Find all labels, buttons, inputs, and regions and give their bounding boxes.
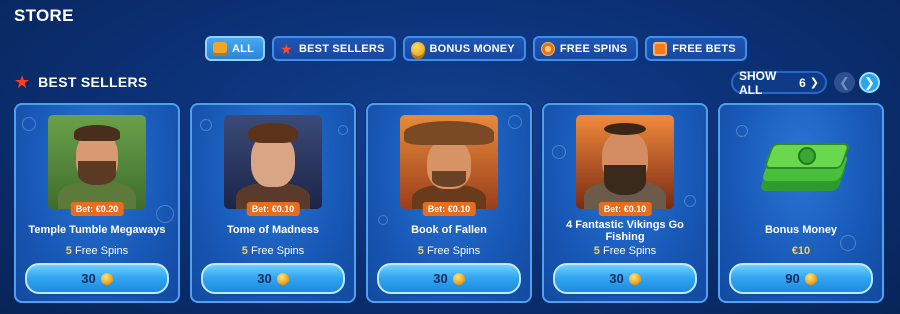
bubble-decoration: [552, 145, 566, 159]
buy-button[interactable]: 30: [377, 263, 521, 294]
tab-label: FREE SPINS: [559, 42, 628, 55]
carousel-prev-button[interactable]: ❮: [834, 72, 855, 93]
spins-label: Free Spins: [602, 245, 657, 257]
price-value: 30: [433, 271, 448, 286]
bubble-decoration: [508, 115, 522, 129]
price-value: 30: [609, 271, 624, 286]
coin-icon: [100, 272, 113, 285]
game-thumbnail: [576, 115, 674, 209]
portrait-beard: [78, 161, 116, 185]
bubble-decoration: [156, 205, 174, 223]
product-card[interactable]: Bonus Money €10 90: [718, 103, 884, 303]
price-value: 90: [785, 271, 800, 286]
game-thumbnail: [400, 115, 498, 209]
bubble-decoration: [22, 117, 36, 131]
card-reward: 5 Free Spins: [544, 245, 706, 257]
card-reward: 5 Free Spins: [16, 245, 178, 257]
chest-icon: [213, 41, 227, 56]
card-reward: 5 Free Spins: [192, 245, 354, 257]
bet-badge: Bet: €0.10: [422, 202, 476, 216]
spins-count: 5: [593, 245, 600, 257]
bubble-decoration: [200, 119, 212, 131]
page-title: STORE: [14, 6, 74, 25]
spins-label: Free Spins: [250, 245, 305, 257]
section-title: BEST SELLERS: [38, 74, 148, 90]
card-reward: 5 Free Spins: [368, 245, 530, 257]
product-card[interactable]: Bet: €0.10 4 Fantastic Vikings Go Fishin…: [542, 103, 708, 303]
product-card[interactable]: Bet: €0.20 Temple Tumble Megaways 5 Free…: [14, 103, 180, 303]
card-title: Book of Fallen: [411, 224, 487, 236]
coin-icon: [628, 272, 641, 285]
portrait-beard: [432, 171, 466, 187]
price-value: 30: [257, 271, 272, 286]
bet-badge: Bet: €0.10: [246, 202, 300, 216]
spin-icon: [540, 41, 555, 56]
bill-emblem: [798, 147, 816, 165]
portrait-hair: [604, 123, 646, 135]
ticket-icon: [653, 41, 668, 56]
chevron-right-icon: ❯: [864, 74, 875, 90]
spins-label: Free Spins: [74, 245, 129, 257]
carousel-next-button[interactable]: ❯: [859, 72, 880, 93]
tab-best-sellers[interactable]: ★ BEST SELLERS: [271, 36, 396, 61]
section-header: ★ BEST SELLERS: [14, 73, 148, 91]
portrait-hair: [248, 123, 298, 143]
buy-button[interactable]: 90: [729, 263, 873, 294]
tab-bonus-money[interactable]: BONUS MONEY: [402, 36, 526, 61]
product-card[interactable]: Bet: €0.10 Tome of Madness 5 Free Spins …: [190, 103, 356, 303]
coin-icon: [276, 272, 289, 285]
bet-badge: Bet: €0.10: [598, 202, 652, 216]
portrait-beard: [604, 165, 646, 195]
star-icon: ★: [14, 72, 31, 92]
star-icon: ★: [279, 40, 293, 57]
spins-label: Free Spins: [426, 245, 481, 257]
show-all-button[interactable]: SHOW ALL 6 ❯: [731, 68, 827, 97]
product-card[interactable]: Bet: €0.10 Book of Fallen 5 Free Spins 3…: [366, 103, 532, 303]
spins-count: 5: [241, 245, 248, 257]
tab-all[interactable]: ALL: [205, 36, 265, 61]
product-carousel: Bet: €0.20 Temple Tumble Megaways 5 Free…: [14, 103, 884, 303]
card-title: 4 Fantastic Vikings Go Fishing: [566, 219, 684, 243]
coin-icon: [804, 272, 817, 285]
buy-button[interactable]: 30: [553, 263, 697, 294]
tab-label: FREE BETS: [672, 42, 736, 55]
card-title: Bonus Money: [764, 224, 838, 236]
tab-free-spins[interactable]: FREE SPINS: [532, 36, 639, 61]
category-tabs: ALL ★ BEST SELLERS BONUS MONEY FREE SPIN…: [205, 36, 747, 61]
buy-button[interactable]: 30: [201, 263, 345, 294]
card-title: Temple Tumble Megaways: [28, 224, 166, 236]
coin-icon: [452, 272, 465, 285]
game-thumbnail: [48, 115, 146, 209]
tab-label: ALL: [232, 42, 254, 55]
buy-button[interactable]: 30: [25, 263, 169, 294]
card-title: Tome of Madness: [226, 224, 320, 236]
bet-badge: Bet: €0.20: [70, 202, 124, 216]
bubble-decoration: [684, 195, 696, 207]
show-all-count: 6: [799, 75, 806, 90]
tab-label: BEST SELLERS: [298, 42, 385, 55]
money-stack-icon: [756, 135, 850, 199]
bubble-decoration: [338, 125, 348, 135]
spins-count: 5: [417, 245, 424, 257]
tab-free-bets[interactable]: FREE BETS: [645, 36, 747, 61]
card-value: €10: [791, 245, 811, 257]
cowboy-hat: [404, 121, 494, 145]
chevron-left-icon: ❮: [839, 74, 850, 90]
price-value: 30: [81, 271, 96, 286]
bubble-decoration: [736, 125, 748, 137]
portrait-hair: [74, 125, 120, 141]
chevron-right-icon: ❯: [809, 77, 819, 89]
coins-icon: [410, 41, 425, 56]
show-all-label: SHOW ALL: [739, 68, 777, 97]
game-thumbnail: [224, 115, 322, 209]
spins-count: 5: [65, 245, 72, 257]
tab-label: BONUS MONEY: [429, 42, 515, 55]
